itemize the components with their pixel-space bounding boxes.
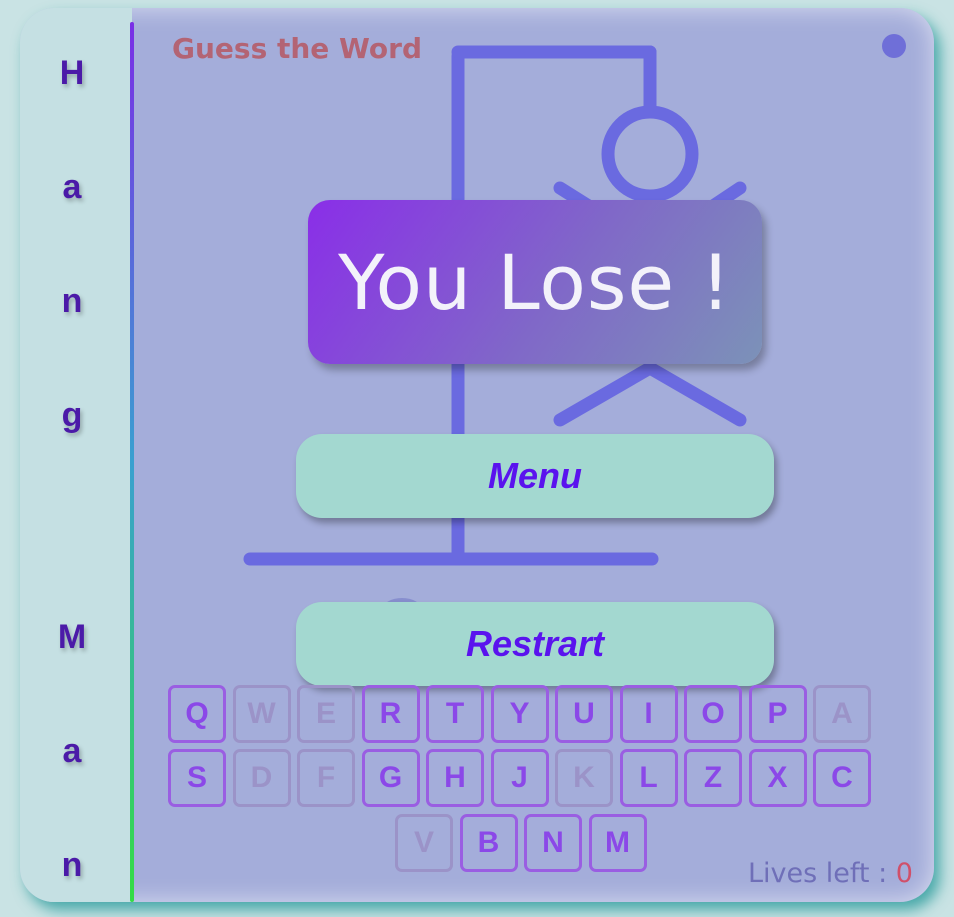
key-r[interactable]: R <box>361 685 420 743</box>
key-j[interactable]: J <box>490 749 549 807</box>
lives-label: Lives left : <box>748 858 888 889</box>
key-d[interactable]: D <box>232 749 291 807</box>
hangman-head <box>601 105 699 203</box>
key-e[interactable]: E <box>297 685 355 743</box>
key-w[interactable]: W <box>232 685 291 743</box>
key-h[interactable]: H <box>426 749 484 807</box>
key-p[interactable]: P <box>748 685 807 743</box>
menu-button[interactable]: Menu <box>296 434 774 518</box>
game-frame: H a n g M a n Guess the Word You Lose ! … <box>20 8 934 902</box>
key-q[interactable]: Q <box>168 685 226 743</box>
key-t[interactable]: T <box>426 685 484 743</box>
result-message: You Lose ! <box>308 200 762 364</box>
lives-value: 0 <box>895 858 913 889</box>
key-a[interactable]: A <box>813 685 871 743</box>
key-z[interactable]: Z <box>684 749 742 807</box>
key-m[interactable]: M <box>588 814 647 872</box>
key-y[interactable]: Y <box>490 685 549 743</box>
key-n[interactable]: N <box>524 814 582 872</box>
key-c[interactable]: C <box>813 749 871 807</box>
key-i[interactable]: I <box>619 685 678 743</box>
key-o[interactable]: O <box>684 685 742 743</box>
key-g[interactable]: G <box>361 749 420 807</box>
hangman-right-leg <box>643 361 747 427</box>
key-f[interactable]: F <box>297 749 355 807</box>
key-l[interactable]: L <box>619 749 678 807</box>
key-k[interactable]: K <box>555 749 613 807</box>
key-x[interactable]: X <box>748 749 807 807</box>
key-b[interactable]: B <box>459 814 518 872</box>
lives-counter: Lives left : 0 <box>748 858 913 889</box>
key-s[interactable]: S <box>168 749 226 807</box>
restart-button[interactable]: Restrart <box>296 602 774 686</box>
hangman-left-leg <box>553 361 657 427</box>
key-u[interactable]: U <box>555 685 613 743</box>
key-v[interactable]: V <box>395 814 453 872</box>
